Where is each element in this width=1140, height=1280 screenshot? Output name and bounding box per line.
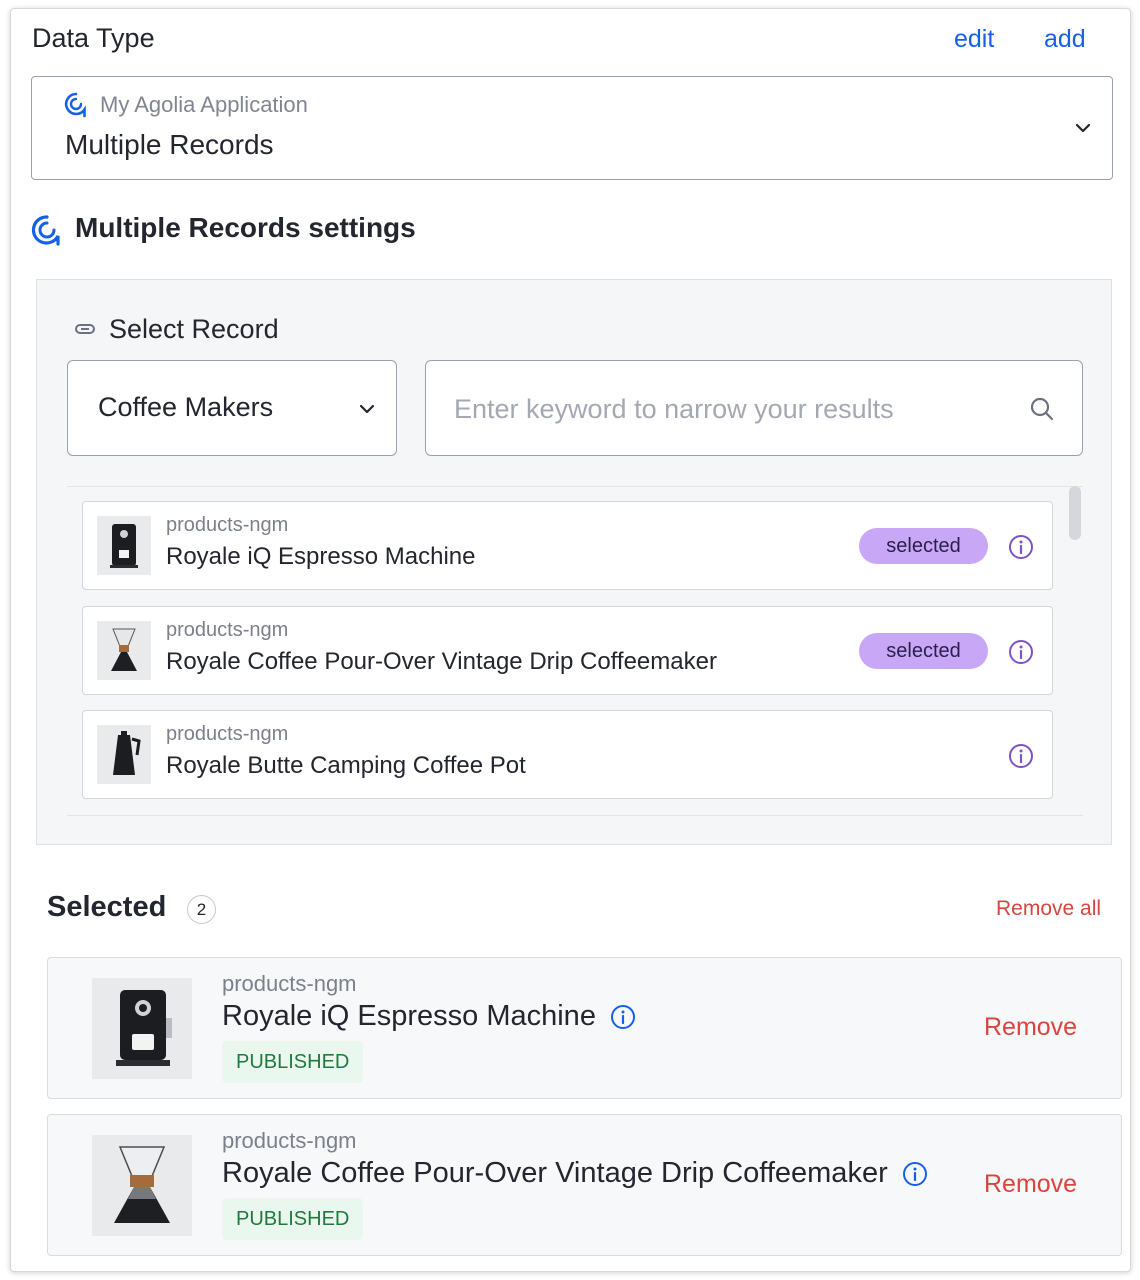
chevron-down-icon — [359, 404, 375, 414]
add-link[interactable]: add — [1044, 25, 1086, 54]
pour-over-thumb — [92, 1135, 192, 1236]
espresso-machine-thumb — [92, 978, 192, 1079]
edit-link[interactable]: edit — [954, 25, 994, 54]
data-type-value: Multiple Records — [65, 129, 274, 160]
selected-item-source: products-ngm — [222, 971, 357, 996]
category-value: Coffee Makers — [98, 392, 274, 422]
result-source: products-ngm — [166, 723, 289, 745]
data-type-title: Data Type — [32, 23, 155, 53]
published-status: PUBLISHED — [222, 1041, 364, 1083]
info-icon[interactable] — [902, 1161, 928, 1187]
chevron-down-icon — [1075, 123, 1091, 133]
published-status: PUBLISHED — [222, 1198, 364, 1240]
espresso-machine-thumb — [97, 516, 151, 575]
result-name: Royale iQ Espresso Machine — [166, 543, 476, 570]
result-source: products-ngm — [166, 619, 289, 641]
selected-title: Selected — [47, 891, 167, 923]
link-icon — [75, 324, 95, 334]
selected-count-badge: 2 — [187, 895, 216, 924]
category-select[interactable]: Coffee Makers — [67, 360, 397, 456]
data-type-panel: Data Type edit add My Agolia Application… — [10, 8, 1131, 1272]
selected-item-name-row: Royale Coffee Pour-Over Vintage Drip Cof… — [222, 1157, 928, 1190]
data-type-select[interactable]: My Agolia Application Multiple Records — [31, 76, 1113, 180]
search-field[interactable] — [425, 360, 1083, 456]
info-icon[interactable] — [1008, 639, 1034, 665]
remove-all-button[interactable]: Remove all — [996, 897, 1101, 921]
info-icon[interactable] — [610, 1004, 636, 1030]
search-icon[interactable] — [1029, 396, 1055, 422]
camping-pot-thumb — [97, 725, 151, 784]
selected-badge: selected — [859, 633, 988, 669]
results-list: products-ngm Royale iQ Espresso Machine … — [67, 486, 1083, 816]
result-item[interactable]: products-ngm Royale iQ Espresso Machine … — [82, 501, 1053, 590]
selected-item-name-row: Royale iQ Espresso Machine — [222, 1000, 636, 1033]
result-item[interactable]: products-ngm Royale Butte Camping Coffee… — [82, 710, 1053, 799]
info-icon[interactable] — [1008, 743, 1034, 769]
record-picker-panel: Select Record Coffee Makers Enter keywor… — [36, 279, 1112, 845]
algolia-icon — [64, 92, 86, 118]
result-name: Royale Coffee Pour-Over Vintage Drip Cof… — [166, 648, 717, 675]
remove-button[interactable]: Remove — [984, 1013, 1077, 1042]
results-scrollbar[interactable] — [1069, 486, 1081, 540]
settings-title: Multiple Records settings — [75, 212, 416, 243]
pour-over-thumb — [97, 621, 151, 680]
selected-item-name: Royale iQ Espresso Machine — [222, 1000, 596, 1032]
search-input[interactable] — [454, 387, 1014, 431]
remove-button[interactable]: Remove — [984, 1170, 1077, 1199]
result-item[interactable]: products-ngm Royale Coffee Pour-Over Vin… — [82, 606, 1053, 695]
info-icon[interactable] — [1008, 534, 1034, 560]
result-source: products-ngm — [166, 514, 289, 536]
selected-item: products-ngm Royale iQ Espresso Machine … — [47, 957, 1122, 1099]
app-name: My Agolia Application — [100, 92, 308, 117]
selected-badge: selected — [859, 528, 988, 564]
selected-item: products-ngm Royale Coffee Pour-Over Vin… — [47, 1114, 1122, 1256]
result-name: Royale Butte Camping Coffee Pot — [166, 752, 526, 779]
algolia-icon — [31, 215, 60, 246]
result-item[interactable] — [82, 815, 1053, 816]
selected-item-name: Royale Coffee Pour-Over Vintage Drip Cof… — [222, 1157, 888, 1189]
selected-item-source: products-ngm — [222, 1128, 357, 1153]
select-record-label: Select Record — [109, 314, 279, 344]
